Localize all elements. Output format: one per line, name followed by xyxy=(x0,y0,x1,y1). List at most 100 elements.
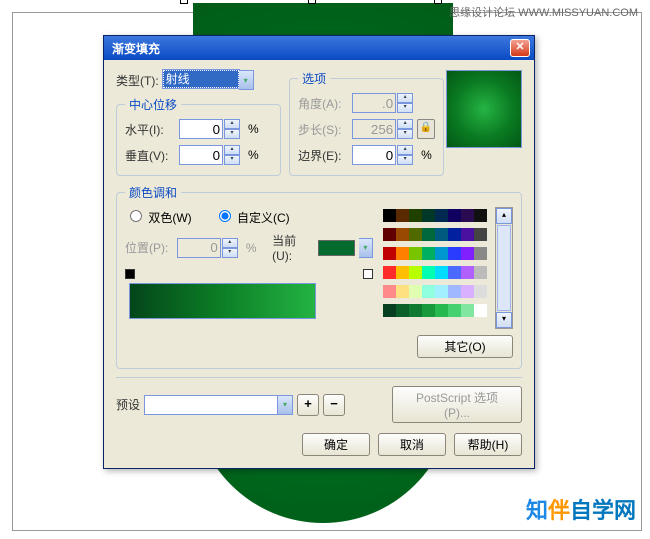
position-input: ▴▾ xyxy=(177,238,238,258)
palette-swatch[interactable] xyxy=(396,209,409,222)
current-color-swatch[interactable] xyxy=(318,240,354,256)
color-blend-legend: 颜色调和 xyxy=(125,184,181,201)
palette-swatch[interactable] xyxy=(422,304,435,317)
chevron-down-icon[interactable]: ▾ xyxy=(239,70,254,90)
scroll-down-icon[interactable]: ▾ xyxy=(496,312,512,328)
gradient-stop-start[interactable] xyxy=(125,269,135,279)
remove-preset-button[interactable]: − xyxy=(323,394,345,416)
spin-down-icon[interactable]: ▾ xyxy=(397,155,413,165)
palette-swatch[interactable] xyxy=(383,209,396,222)
palette-swatch[interactable] xyxy=(383,266,396,279)
ok-button[interactable]: 确定 xyxy=(302,433,370,456)
help-button[interactable]: 帮助(H) xyxy=(454,433,522,456)
palette-swatch[interactable] xyxy=(409,247,422,260)
edge-input[interactable]: ▴▾ xyxy=(352,145,413,165)
spin-up-icon[interactable]: ▴ xyxy=(397,145,413,155)
palette-swatch[interactable] xyxy=(422,266,435,279)
chevron-down-icon[interactable]: ▾ xyxy=(278,395,293,415)
type-label: 类型(T): xyxy=(116,72,159,89)
scroll-up-icon[interactable]: ▴ xyxy=(496,208,512,224)
palette-swatch[interactable] xyxy=(435,209,448,222)
custom-radio[interactable]: 自定义(C) xyxy=(214,207,290,226)
palette-swatch[interactable] xyxy=(435,304,448,317)
palette-swatch[interactable] xyxy=(422,228,435,241)
palette-swatch[interactable] xyxy=(448,209,461,222)
position-label: 位置(P): xyxy=(125,239,173,256)
palette-swatch[interactable] xyxy=(422,247,435,260)
spin-down-icon[interactable]: ▾ xyxy=(224,129,240,139)
center-offset-group: 中心位移 水平(I): ▴▾ % 垂直(V): ▴▾ % xyxy=(116,96,281,176)
palette-swatch[interactable] xyxy=(448,285,461,298)
palette-swatch[interactable] xyxy=(422,209,435,222)
spin-down-icon[interactable]: ▾ xyxy=(224,155,240,165)
palette-swatch[interactable] xyxy=(448,304,461,317)
palette-swatch[interactable] xyxy=(409,266,422,279)
horizontal-label: 水平(I): xyxy=(125,121,175,138)
palette-swatch[interactable] xyxy=(461,285,474,298)
palette-swatch[interactable] xyxy=(383,247,396,260)
vertical-input[interactable]: ▴▾ xyxy=(179,145,240,165)
palette-swatch[interactable] xyxy=(474,285,487,298)
spin-up-icon[interactable]: ▴ xyxy=(224,119,240,129)
palette-scrollbar[interactable]: ▴ ▾ xyxy=(495,207,513,329)
selection-handle[interactable] xyxy=(434,0,442,4)
palette-swatch[interactable] xyxy=(409,209,422,222)
center-offset-legend: 中心位移 xyxy=(125,96,181,113)
close-button[interactable]: ✕ xyxy=(510,39,530,57)
palette-swatch[interactable] xyxy=(474,266,487,279)
palette-swatch[interactable] xyxy=(383,228,396,241)
add-preset-button[interactable]: + xyxy=(297,394,319,416)
palette-swatch[interactable] xyxy=(422,285,435,298)
palette-swatch[interactable] xyxy=(396,228,409,241)
palette-swatch[interactable] xyxy=(448,228,461,241)
vertical-label: 垂直(V): xyxy=(125,147,175,164)
palette-swatch[interactable] xyxy=(461,304,474,317)
logo-watermark: 知伴自学网 xyxy=(526,493,636,525)
palette-swatch[interactable] xyxy=(474,304,487,317)
palette-swatch[interactable] xyxy=(461,266,474,279)
palette-swatch[interactable] xyxy=(461,209,474,222)
steps-label: 步长(S): xyxy=(298,121,348,138)
gradient-bar[interactable] xyxy=(129,283,316,319)
lock-icon[interactable]: 🔒 xyxy=(417,119,435,139)
twocolor-radio[interactable]: 双色(W) xyxy=(125,207,192,226)
palette-swatch[interactable] xyxy=(383,285,396,298)
type-select[interactable]: 射线 xyxy=(163,70,239,88)
scroll-thumb[interactable] xyxy=(497,225,511,311)
palette-swatch[interactable] xyxy=(409,285,422,298)
palette-swatch[interactable] xyxy=(474,247,487,260)
spin-up-icon[interactable]: ▴ xyxy=(224,145,240,155)
palette-swatch[interactable] xyxy=(383,304,396,317)
palette-swatch[interactable] xyxy=(435,266,448,279)
header-watermark: 思缘设计论坛 WWW.MISSYUAN.COM xyxy=(449,4,638,20)
horizontal-input[interactable]: ▴▾ xyxy=(179,119,240,139)
palette-swatch[interactable] xyxy=(448,266,461,279)
palette-swatch[interactable] xyxy=(435,228,448,241)
palette-swatch[interactable] xyxy=(461,247,474,260)
edge-label: 边界(E): xyxy=(298,147,348,164)
color-palette[interactable] xyxy=(383,209,495,323)
palette-swatch[interactable] xyxy=(448,247,461,260)
palette-swatch[interactable] xyxy=(396,304,409,317)
chevron-down-icon[interactable]: ▾ xyxy=(359,238,373,258)
palette-swatch[interactable] xyxy=(461,228,474,241)
current-label: 当前(U): xyxy=(272,232,314,263)
palette-swatch[interactable] xyxy=(474,209,487,222)
selection-handle[interactable] xyxy=(308,0,316,4)
cancel-button[interactable]: 取消 xyxy=(378,433,446,456)
palette-swatch[interactable] xyxy=(474,228,487,241)
preset-select[interactable] xyxy=(144,395,278,415)
postscript-button: PostScript 选项(P)... xyxy=(392,386,522,423)
gradient-preview xyxy=(446,70,522,148)
palette-swatch[interactable] xyxy=(409,228,422,241)
palette-swatch[interactable] xyxy=(396,247,409,260)
selection-handle[interactable] xyxy=(180,0,188,4)
titlebar[interactable]: 渐变填充 ✕ xyxy=(104,36,534,60)
palette-swatch[interactable] xyxy=(396,285,409,298)
palette-swatch[interactable] xyxy=(435,247,448,260)
palette-swatch[interactable] xyxy=(435,285,448,298)
gradient-stop-end[interactable] xyxy=(363,269,373,279)
other-colors-button[interactable]: 其它(O) xyxy=(417,335,513,358)
palette-swatch[interactable] xyxy=(396,266,409,279)
palette-swatch[interactable] xyxy=(409,304,422,317)
